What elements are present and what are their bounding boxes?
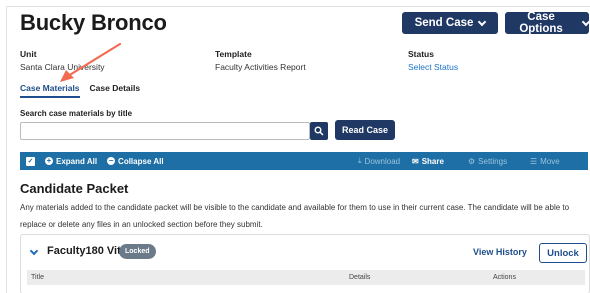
annotation-arrow bbox=[60, 42, 122, 82]
